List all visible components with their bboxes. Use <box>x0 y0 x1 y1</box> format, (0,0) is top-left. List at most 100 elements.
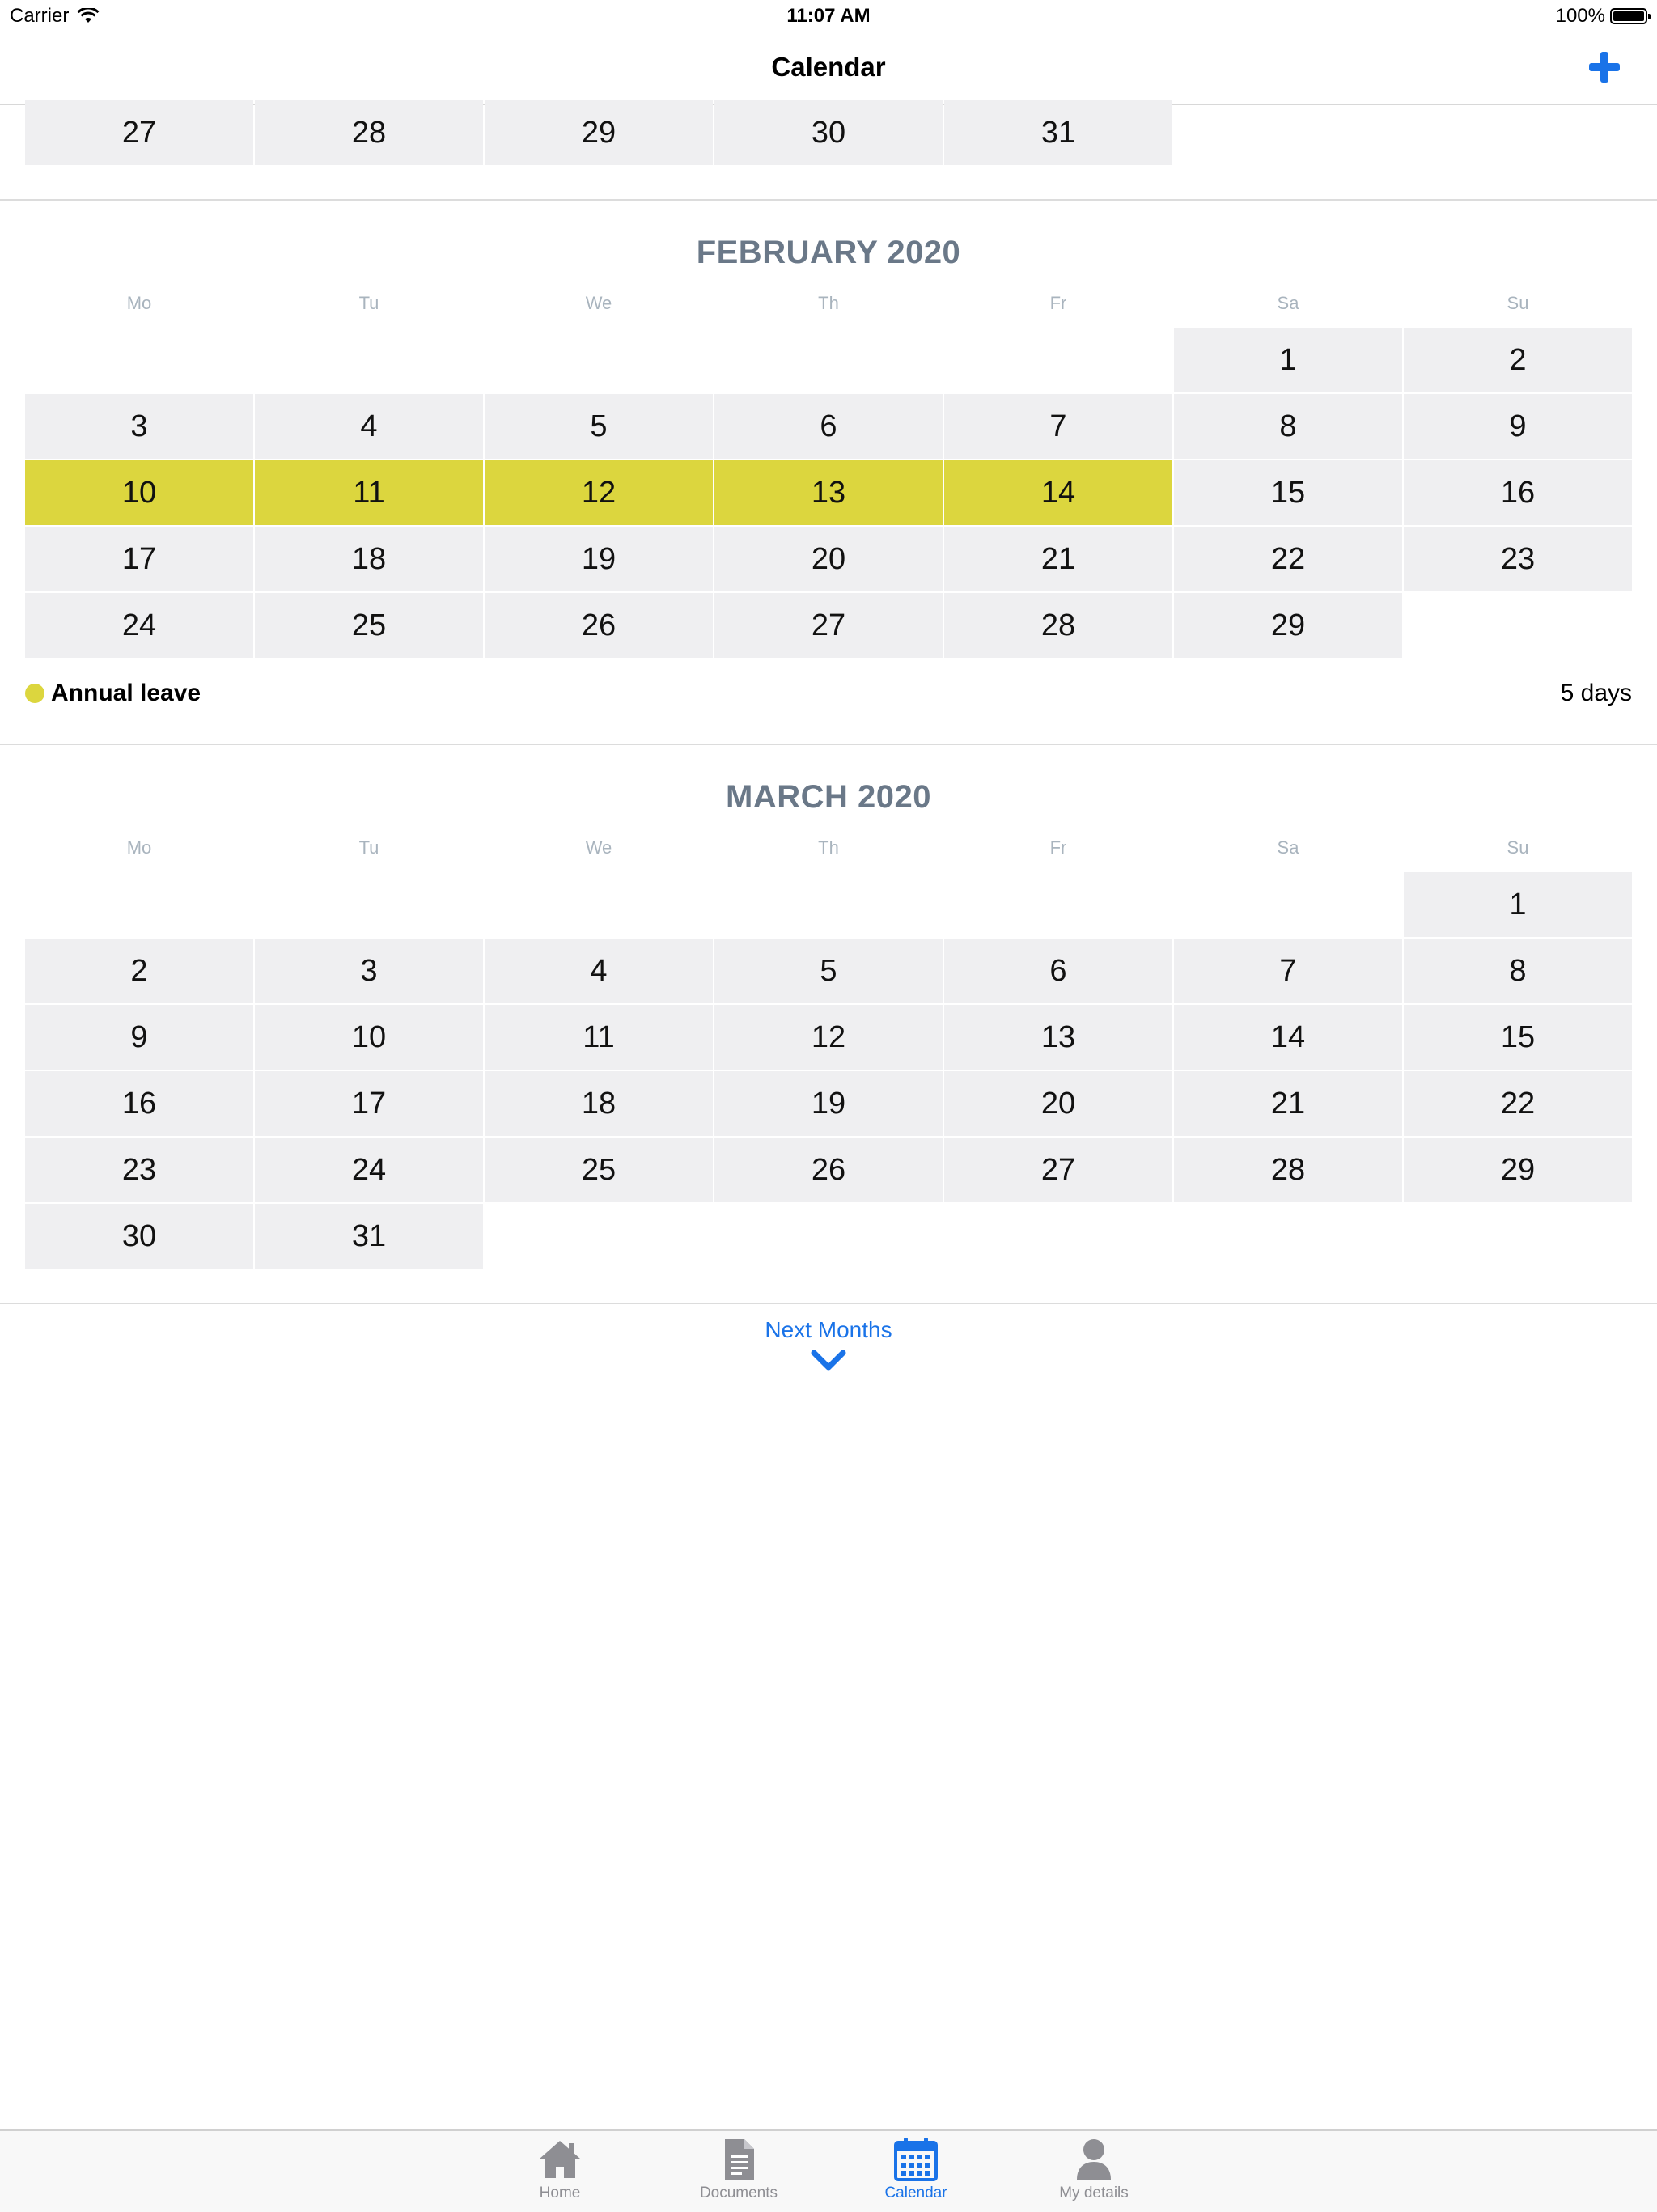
day-cell[interactable]: 29 <box>1404 1138 1632 1202</box>
day-cell[interactable]: 13 <box>944 1005 1172 1070</box>
weekday-label: Fr <box>1049 293 1067 313</box>
day-cell[interactable]: 22 <box>1174 527 1402 591</box>
day-cell[interactable]: 3 <box>25 394 253 459</box>
day-cell[interactable]: 25 <box>485 1138 713 1202</box>
day-cell[interactable]: 31 <box>255 1204 483 1269</box>
battery-icon <box>1610 8 1651 24</box>
day-cell[interactable]: 20 <box>714 527 943 591</box>
weekday-label: Th <box>818 837 839 858</box>
day-cell[interactable]: 28 <box>1174 1138 1402 1202</box>
day-cell[interactable]: 9 <box>1404 394 1632 459</box>
month-divider <box>0 744 1657 745</box>
day-cell[interactable]: 11 <box>255 460 483 525</box>
day-cell[interactable]: 19 <box>485 527 713 591</box>
day-cell[interactable]: 17 <box>25 527 253 591</box>
month-title-february: FEBRUARY 2020 <box>696 235 961 270</box>
weekday-label: Tu <box>358 293 379 313</box>
day-cell[interactable]: 26 <box>714 1138 943 1202</box>
weekday-label: Su <box>1507 837 1529 858</box>
weekday-label: Mo <box>126 837 152 858</box>
weekday-label: Su <box>1507 293 1529 313</box>
home-icon <box>540 2141 580 2178</box>
day-cell[interactable]: 27 <box>714 593 943 658</box>
day-cell[interactable]: 10 <box>255 1005 483 1070</box>
month-divider <box>0 199 1657 201</box>
day-cell[interactable]: 24 <box>255 1138 483 1202</box>
tab-calendar[interactable]: Calendar <box>851 2136 981 2209</box>
day-cell[interactable]: 27 <box>944 1138 1172 1202</box>
day-cell[interactable]: 10 <box>25 460 253 525</box>
day-cell[interactable]: 13 <box>714 460 943 525</box>
weekday-label: Sa <box>1277 837 1299 858</box>
day-cell[interactable]: 22 <box>1404 1071 1632 1136</box>
day-cell[interactable]: 7 <box>944 394 1172 459</box>
calendar-icon <box>894 2138 938 2181</box>
day-cell[interactable]: 4 <box>485 939 713 1003</box>
tab-label: Calendar <box>884 2184 947 2201</box>
day-cell[interactable]: 25 <box>255 593 483 658</box>
next-months-label: Next Months <box>765 1317 892 1342</box>
day-cell[interactable]: 21 <box>1174 1071 1402 1136</box>
day-cell[interactable]: 1 <box>1404 872 1632 937</box>
day-cell[interactable]: 29 <box>1174 593 1402 658</box>
battery-percent: 100% <box>1555 5 1605 27</box>
day-cell[interactable]: 19 <box>714 1071 943 1136</box>
next-months-button[interactable]: Next Months <box>0 1317 1657 1372</box>
day-cell[interactable]: 12 <box>485 460 713 525</box>
day-cell[interactable]: 11 <box>485 1005 713 1070</box>
day-cell[interactable]: 16 <box>25 1071 253 1136</box>
day-cell[interactable]: 23 <box>1404 527 1632 591</box>
day-cell[interactable]: 20 <box>944 1071 1172 1136</box>
status-bar: Carrier 11:07 AM 100% <box>0 0 1657 32</box>
month-title-march: MARCH 2020 <box>726 779 931 815</box>
day-cell[interactable]: 28 <box>255 100 483 165</box>
month-divider <box>0 1303 1657 1304</box>
day-cell[interactable]: 27 <box>25 100 253 165</box>
day-cell[interactable]: 26 <box>485 593 713 658</box>
day-cell[interactable]: 28 <box>944 593 1172 658</box>
weekday-label: We <box>585 837 612 858</box>
day-cell[interactable]: 7 <box>1174 939 1402 1003</box>
day-cell[interactable]: 21 <box>944 527 1172 591</box>
day-cell[interactable]: 8 <box>1404 939 1632 1003</box>
page-title: Calendar <box>771 52 886 82</box>
tab-label: My details <box>1059 2184 1129 2201</box>
person-icon <box>1077 2139 1111 2180</box>
day-cell[interactable]: 8 <box>1174 394 1402 459</box>
day-cell[interactable]: 9 <box>25 1005 253 1070</box>
annual-leave-days-count: 5 days <box>1560 680 1632 706</box>
day-cell[interactable]: 3 <box>255 939 483 1003</box>
weekday-label: We <box>585 293 612 313</box>
day-cell[interactable]: 5 <box>485 394 713 459</box>
day-cell[interactable]: 29 <box>485 100 713 165</box>
tab-home[interactable]: Home <box>495 2136 625 2209</box>
day-cell[interactable]: 12 <box>714 1005 943 1070</box>
day-cell[interactable]: 14 <box>1174 1005 1402 1070</box>
day-cell[interactable]: 23 <box>25 1138 253 1202</box>
day-cell[interactable]: 2 <box>1404 328 1632 392</box>
day-cell[interactable]: 1 <box>1174 328 1402 392</box>
day-cell[interactable]: 30 <box>25 1204 253 1269</box>
day-cell[interactable]: 5 <box>714 939 943 1003</box>
day-cell[interactable]: 18 <box>255 527 483 591</box>
weekday-label: Mo <box>126 293 152 313</box>
day-cell[interactable]: 4 <box>255 394 483 459</box>
day-cell[interactable]: 18 <box>485 1071 713 1136</box>
day-cell[interactable]: 6 <box>944 939 1172 1003</box>
day-cell[interactable]: 14 <box>944 460 1172 525</box>
day-cell[interactable]: 30 <box>714 100 943 165</box>
day-cell[interactable]: 2 <box>25 939 253 1003</box>
add-button[interactable] <box>1587 50 1621 84</box>
weekday-label: Th <box>818 293 839 313</box>
day-cell[interactable]: 17 <box>255 1071 483 1136</box>
day-cell[interactable]: 15 <box>1174 460 1402 525</box>
weekday-label: Sa <box>1277 293 1299 313</box>
day-cell[interactable]: 31 <box>944 100 1172 165</box>
day-cell[interactable]: 16 <box>1404 460 1632 525</box>
day-cell[interactable]: 6 <box>714 394 943 459</box>
tab-documents[interactable]: Documents <box>674 2136 803 2209</box>
tab-bar: Home Documents Calendar My details <box>0 2129 1657 2212</box>
tab-my-details[interactable]: My details <box>1029 2136 1159 2209</box>
day-cell[interactable]: 24 <box>25 593 253 658</box>
day-cell[interactable]: 15 <box>1404 1005 1632 1070</box>
